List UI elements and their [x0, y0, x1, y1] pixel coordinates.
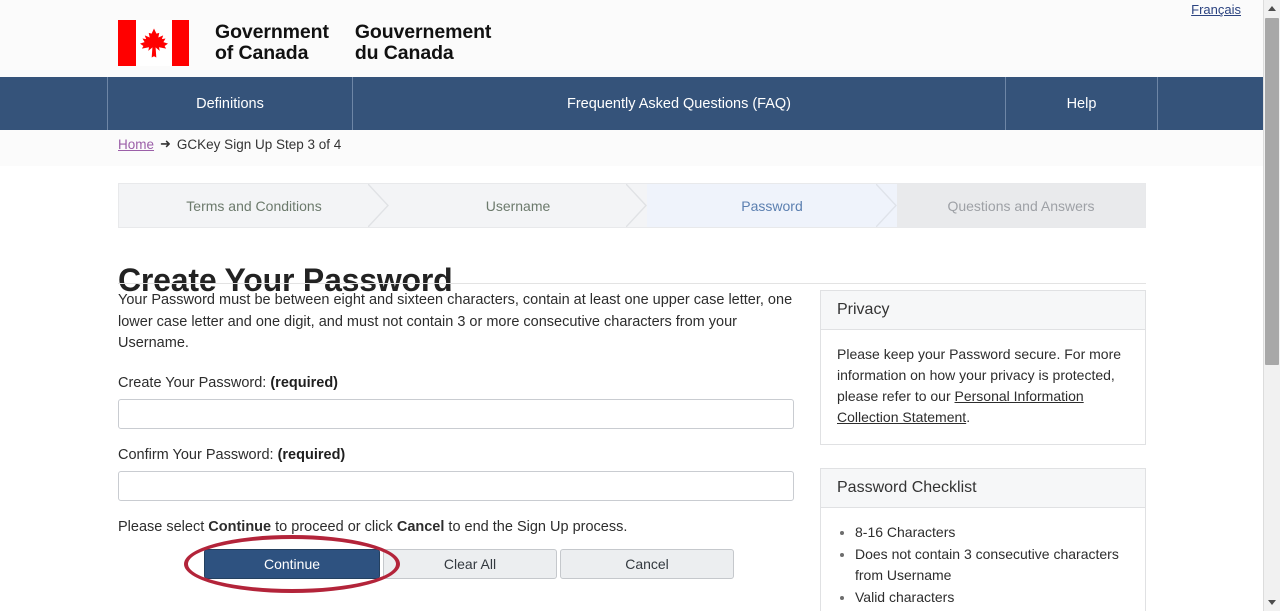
language-toggle-link[interactable]: Français [1191, 2, 1241, 17]
nav-right-spacer [1157, 77, 1263, 130]
instructions-continue-word: Continue [208, 518, 272, 535]
nav-left-spacer [0, 77, 107, 130]
step-questions-and-answers[interactable]: Questions and Answers [897, 184, 1145, 227]
arrow-right-icon: ➜ [160, 136, 171, 151]
breadcrumb: Home ➜ GCKey Sign Up Step 3 of 4 [118, 136, 341, 152]
canada-flag-icon [118, 20, 189, 66]
chevron-right-icon [626, 184, 648, 227]
list-item: Valid characters [855, 587, 1129, 608]
step-label: Terms and Conditions [186, 197, 322, 214]
chevron-right-icon [368, 184, 390, 227]
privacy-text-end: . [966, 409, 971, 425]
vertical-scrollbar[interactable] [1263, 0, 1280, 611]
government-of-canada-brand: Government of Canada Gouvernement du Can… [118, 20, 491, 66]
privacy-panel-title: Privacy [821, 291, 1145, 330]
nav-item-help[interactable]: Help [1005, 77, 1157, 130]
wordmark-french: Gouvernement du Canada [354, 21, 492, 64]
step-password[interactable]: Password [647, 184, 897, 227]
list-item: 8-16 Characters [855, 522, 1129, 543]
sidebar-panels: Privacy Please keep your Password secure… [820, 290, 1146, 611]
privacy-panel-body: Please keep your Password secure. For mo… [821, 330, 1145, 444]
step-label: Questions and Answers [947, 197, 1095, 214]
password-form: Your Password must be between eight and … [118, 290, 794, 593]
password-checklist-items: 8-16 Characters Does not contain 3 conse… [837, 522, 1129, 611]
list-item: Does not contain 3 consecutive character… [855, 544, 1129, 586]
password-checklist-body: 8-16 Characters Does not contain 3 conse… [821, 508, 1145, 611]
password-checklist-panel: Password Checklist 8-16 Characters Does … [820, 468, 1146, 611]
create-password-input[interactable] [118, 398, 794, 429]
wordmark-english: Government of Canada [215, 21, 329, 64]
main-navigation: Definitions Frequently Asked Questions (… [0, 77, 1263, 130]
scroll-down-arrow-icon[interactable] [1264, 594, 1280, 611]
main-content: Terms and Conditions Username Password Q… [0, 166, 1263, 611]
create-password-required-tag: (required) [270, 374, 339, 391]
step-label: Password [741, 197, 803, 214]
privacy-panel: Privacy Please keep your Password secure… [820, 290, 1146, 445]
title-divider [118, 283, 1146, 284]
breadcrumb-current: GCKey Sign Up Step 3 of 4 [176, 136, 342, 152]
step-terms-and-conditions[interactable]: Terms and Conditions [119, 184, 389, 227]
password-checklist-title: Password Checklist [821, 469, 1145, 508]
chevron-right-icon [876, 184, 898, 227]
create-password-label: Create Your Password: (required) [118, 375, 794, 391]
instructions-part-2: to proceed or click [271, 518, 397, 535]
page-root: Français Government of Canada Gouverneme… [0, 0, 1280, 611]
wordmark: Government of Canada Gouvernement du Can… [215, 22, 491, 64]
form-instructions: Please select Continue to proceed or cli… [118, 519, 794, 535]
breadcrumb-home-link[interactable]: Home [118, 137, 154, 152]
cancel-button[interactable]: Cancel [560, 548, 734, 579]
step-label: Username [485, 197, 551, 214]
confirm-password-label: Confirm Your Password: (required) [118, 447, 794, 463]
nav-item-definitions[interactable]: Definitions [107, 77, 352, 130]
signup-progress-steps: Terms and Conditions Username Password Q… [118, 183, 1146, 228]
password-rules-text: Your Password must be between eight and … [118, 292, 793, 351]
site-header: Français Government of Canada Gouverneme… [0, 0, 1263, 77]
continue-button[interactable]: Continue [204, 548, 380, 579]
scroll-up-arrow-icon[interactable] [1264, 0, 1280, 17]
form-actions: Continue Clear All Cancel [118, 534, 794, 593]
nav-item-faq[interactable]: Frequently Asked Questions (FAQ) [352, 77, 1005, 130]
instructions-part-1: Please select [118, 518, 209, 535]
step-username[interactable]: Username [389, 184, 647, 227]
confirm-password-required-tag: (required) [277, 446, 346, 463]
confirm-password-input[interactable] [118, 470, 794, 501]
clear-all-button[interactable]: Clear All [383, 548, 557, 579]
instructions-part-3: to end the Sign Up process. [444, 518, 628, 535]
scrollbar-thumb[interactable] [1265, 18, 1279, 365]
confirm-password-label-text: Confirm Your Password: [118, 446, 278, 463]
instructions-cancel-word: Cancel [396, 518, 445, 535]
create-password-label-text: Create Your Password: [118, 374, 271, 391]
